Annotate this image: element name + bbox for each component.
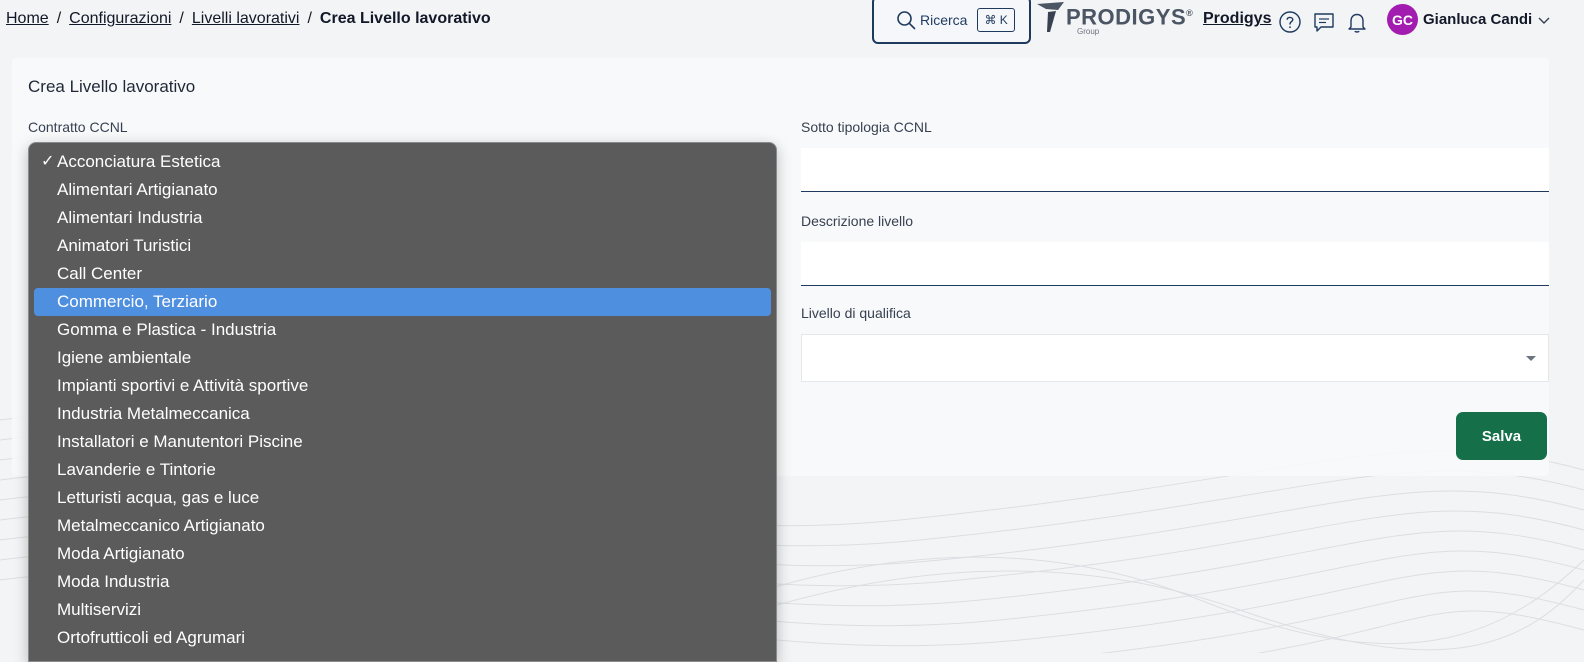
search-shortcut: ⌘ K [977, 8, 1015, 32]
breadcrumb-home-link[interactable]: Home [6, 10, 49, 28]
messages-button[interactable] [1312, 10, 1336, 34]
dropdown-option[interactable]: Animatori Turistici [34, 232, 771, 260]
prodigys-logo-mark-icon [1037, 2, 1064, 32]
user-menu[interactable]: GC Gianluca Candi [1387, 4, 1551, 35]
dropdown-option[interactable]: Igiene ambientale [34, 344, 771, 372]
breadcrumb-separator: / [179, 10, 184, 27]
breadcrumb-separator: / [307, 10, 312, 27]
save-button[interactable]: Salva [1456, 412, 1547, 460]
dropdown-option[interactable]: Moda Industria [34, 568, 771, 596]
dropdown-option-label: Metalmeccanico Artigianato [57, 516, 265, 535]
logo-name: PRODIGYS [1066, 4, 1187, 30]
dropdown-option[interactable]: Alimentari Industria [34, 204, 771, 232]
logo-text: PRODIGYS® [1066, 0, 1193, 30]
dropdown-option-label: Animatori Turistici [57, 236, 192, 255]
page-title: Crea Livello lavorativo [28, 77, 196, 96]
ccnl-dropdown-list[interactable]: ✓ Acconciatura Estetica Alimentari Artigia… [28, 142, 777, 662]
subtype-input[interactable] [801, 148, 1549, 192]
description-input[interactable] [801, 242, 1549, 286]
dropdown-option[interactable]: Multiservizi [34, 596, 771, 624]
subtype-label: Sotto tipologia CCNL [801, 119, 932, 135]
breadcrumb-levels-link[interactable]: Livelli lavorativi [192, 10, 300, 28]
dropdown-option[interactable]: ✓ Acconciatura Estetica [34, 148, 771, 176]
chevron-down-icon [1538, 17, 1550, 24]
dropdown-option-label: Moda Industria [57, 572, 170, 591]
search-button[interactable]: Ricerca ⌘ K [872, 0, 1031, 44]
dropdown-option-label: Call Center [57, 264, 143, 283]
notifications-button[interactable] [1345, 10, 1369, 34]
breadcrumb: Home / Configurazioni / Livelli lavorati… [6, 10, 491, 28]
breadcrumb-separator: / [56, 10, 62, 27]
dropdown-option-label: Letturisti acqua, gas e luce [57, 488, 260, 507]
dropdown-option-label: Commercio, Terziario [57, 292, 218, 311]
dropdown-option[interactable]: Call Center [34, 260, 771, 288]
dropdown-option-label: Impianti sportivi e Attività sportive [57, 376, 309, 395]
breadcrumb-current: Crea Livello lavorativo [319, 10, 491, 27]
dropdown-option[interactable]: Commercio, Terziario [34, 288, 771, 316]
dropdown-option[interactable]: Gomma e Plastica - Industria [34, 316, 771, 344]
qualification-label: Livello di qualifica [801, 305, 911, 321]
search-icon [897, 11, 916, 30]
dropdown-option-label: Moda Artigianato [57, 544, 185, 563]
breadcrumb-config-link[interactable]: Configurazioni [69, 10, 171, 28]
dropdown-option-label: Industria Metalmeccanica [57, 404, 250, 423]
dropdown-option-label: Multiservizi [57, 600, 142, 619]
dropdown-option-label: Acconciatura Estetica [57, 152, 221, 171]
dropdown-option[interactable]: Metalmeccanico Artigianato [34, 512, 771, 540]
description-label: Descrizione livello [801, 213, 914, 229]
top-bar: Home / Configurazioni / Livelli lavorati… [0, 0, 1584, 44]
dropdown-option[interactable]: Industria Metalmeccanica [34, 400, 771, 428]
ccnl-label: Contratto CCNL [28, 119, 128, 135]
user-name: Gianluca Candi [1423, 11, 1533, 28]
dropdown-option[interactable]: Installatori e Manutentori Piscine [34, 428, 771, 456]
dropdown-option-label: Alimentari Artigianato [57, 180, 218, 199]
dropdown-option-label: Igiene ambientale [57, 348, 192, 367]
dropdown-option[interactable]: Lavanderie e Tintorie [34, 456, 771, 484]
help-button[interactable] [1278, 10, 1302, 34]
avatar: GC [1387, 4, 1418, 35]
help-icon [1279, 11, 1301, 33]
dropdown-option[interactable]: Letturisti acqua, gas e luce [34, 484, 771, 512]
prodigys-logo: PRODIGYS® Group [1036, 0, 1193, 36]
dropdown-option[interactable]: Moda Artigianato [34, 540, 771, 568]
dropdown-option[interactable]: Impianti sportivi e Attività sportive [34, 372, 771, 400]
dropdown-option-label: Alimentari Industria [57, 208, 203, 227]
logo-subtext: Group [1077, 27, 1100, 36]
checkmark-icon: ✓ [41, 153, 55, 170]
bell-icon [1348, 13, 1366, 33]
dropdown-option-label: Gomma e Plastica - Industria [57, 320, 277, 339]
logo-registered: ® [1186, 8, 1194, 18]
qualification-select[interactable] [801, 334, 1549, 382]
organization-link[interactable]: Prodigys [1203, 10, 1271, 28]
caret-down-icon [1526, 356, 1536, 361]
search-label: Ricerca [920, 12, 968, 28]
chat-icon [1314, 13, 1334, 32]
dropdown-option-label: Ortofrutticoli ed Agrumari [57, 628, 246, 647]
dropdown-option-label: Installatori e Manutentori Piscine [57, 432, 303, 451]
dropdown-option[interactable]: Alimentari Artigianato [34, 176, 771, 204]
dropdown-option-label: Lavanderie e Tintorie [57, 460, 216, 479]
dropdown-option[interactable]: Ortofrutticoli ed Agrumari [34, 624, 771, 652]
